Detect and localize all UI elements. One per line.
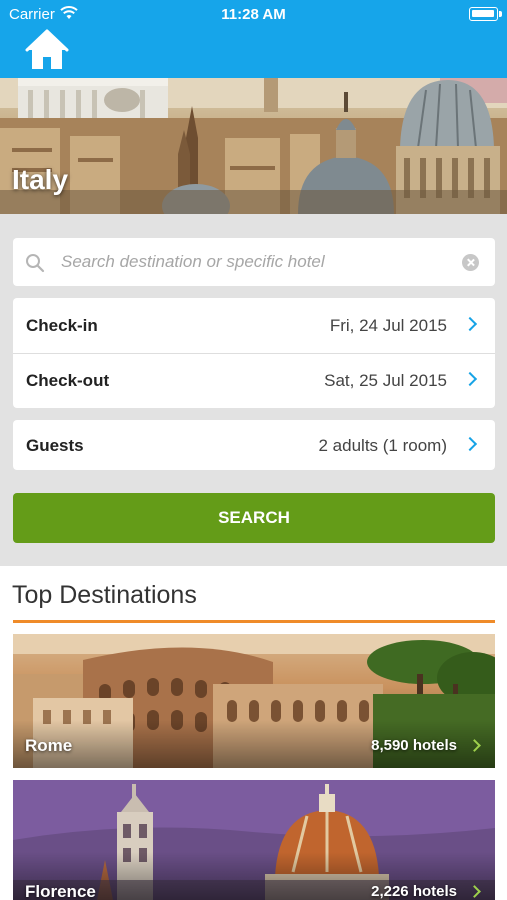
date-selector: Check-in Fri, 24 Jul 2015 Check-out Sat,… — [13, 298, 495, 408]
search-icon — [26, 254, 45, 273]
status-bar: Carrier 11:28 AM — [0, 0, 507, 28]
check-in-value: Fri, 24 Jul 2015 — [329, 316, 447, 335]
destination-card-florence[interactable]: Florence 2,226 hotels — [13, 780, 495, 900]
battery-icon — [469, 7, 502, 21]
chevron-right-icon — [462, 316, 478, 332]
hero-banner: Italy — [0, 78, 507, 214]
top-bar: Carrier 11:28 AM — [0, 0, 507, 78]
search-field[interactable] — [13, 238, 495, 286]
destination-card-rome[interactable]: Rome 8,590 hotels — [13, 634, 495, 768]
guests-value: 2 adults (1 room) — [318, 436, 448, 455]
heading-underline — [13, 620, 495, 623]
check-in-row[interactable]: Check-in Fri, 24 Jul 2015 — [13, 298, 495, 353]
check-out-value: Sat, 25 Jul 2015 — [324, 371, 447, 390]
check-in-label: Check-in — [26, 316, 98, 335]
check-out-row[interactable]: Check-out Sat, 25 Jul 2015 — [13, 353, 495, 408]
hotel-count: 8,590 hotels — [371, 737, 457, 754]
top-destinations: Top Destinations Rome 8,590 hotels Flore… — [0, 566, 507, 900]
destination-name: Rome — [25, 736, 73, 755]
check-out-label: Check-out — [26, 371, 110, 390]
search-button[interactable]: SEARCH — [13, 493, 495, 543]
guests-selector: Guests 2 adults (1 room) — [13, 420, 495, 470]
clock: 11:28 AM — [221, 6, 286, 23]
chevron-right-icon — [462, 371, 478, 387]
chevron-right-icon — [462, 436, 478, 452]
guests-label: Guests — [26, 436, 84, 455]
home-icon[interactable] — [24, 28, 70, 72]
search-input[interactable] — [61, 246, 461, 278]
guests-row[interactable]: Guests 2 adults (1 room) — [13, 420, 495, 470]
hero-title: Italy — [12, 164, 69, 195]
hotel-count: 2,226 hotels — [371, 883, 457, 900]
clear-icon[interactable] — [462, 254, 479, 271]
hero-skyline-image — [0, 78, 507, 214]
search-form: Check-in Fri, 24 Jul 2015 Check-out Sat,… — [0, 214, 507, 566]
section-heading: Top Destinations — [12, 581, 197, 609]
destination-name: Florence — [25, 882, 96, 900]
